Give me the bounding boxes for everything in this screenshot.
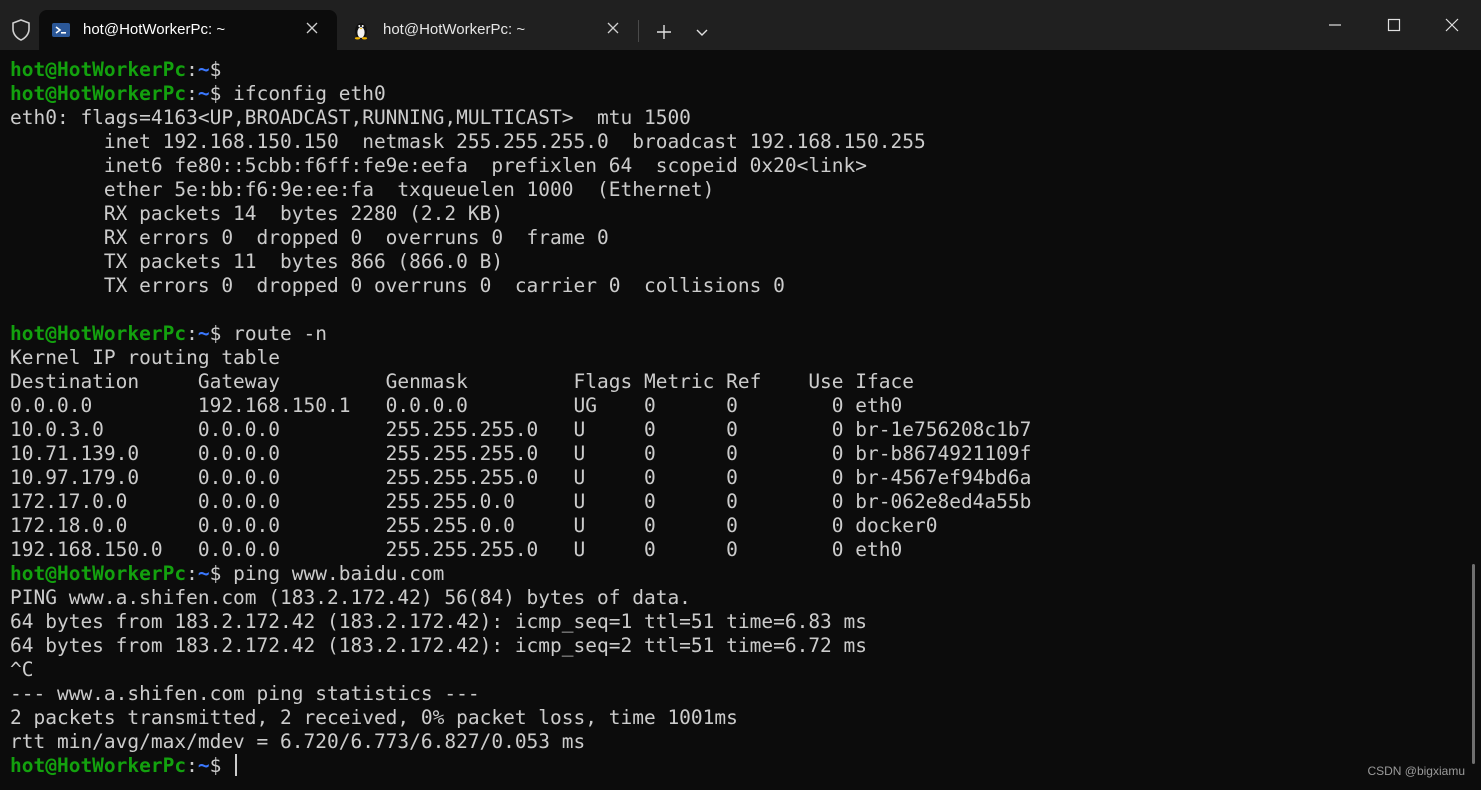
prompt-user: hot@HotWorkerPc — [10, 754, 187, 777]
output-line: 10.71.139.0 0.0.0.0 255.255.255.0 U 0 0 … — [10, 442, 1032, 465]
output-line: 172.17.0.0 0.0.0.0 255.255.0.0 U 0 0 0 b… — [10, 490, 1032, 513]
output-line: PING www.a.shifen.com (183.2.172.42) 56(… — [10, 586, 691, 609]
output-line: 172.18.0.0 0.0.0.0 255.255.0.0 U 0 0 0 d… — [10, 514, 938, 537]
output-line: eth0: flags=4163<UP,BROADCAST,RUNNING,MU… — [10, 106, 691, 129]
output-line: TX packets 11 bytes 866 (866.0 B) — [10, 250, 504, 273]
close-tab-icon[interactable] — [604, 19, 622, 37]
output-line: RX packets 14 bytes 2280 (2.2 KB) — [10, 202, 504, 225]
prompt-colon: : — [186, 754, 198, 777]
prompt-colon: : — [186, 322, 198, 345]
output-line: RX errors 0 dropped 0 overruns 0 frame 0 — [10, 226, 609, 249]
plus-icon[interactable] — [652, 20, 676, 44]
prompt-colon: : — [186, 562, 198, 585]
tab-linux[interactable]: hot@HotWorkerPc: ~ — [339, 10, 638, 50]
output-line: 10.0.3.0 0.0.0.0 255.255.255.0 U 0 0 0 b… — [10, 418, 1032, 441]
prompt-colon: : — [186, 82, 198, 105]
prompt-user: hot@HotWorkerPc — [10, 58, 187, 81]
close-icon[interactable] — [1432, 10, 1472, 40]
output-line: 64 bytes from 183.2.172.42 (183.2.172.42… — [10, 634, 868, 657]
command-text: ifconfig eth0 — [221, 82, 386, 105]
tab-powershell[interactable]: hot@HotWorkerPc: ~ — [39, 10, 337, 50]
shield-icon — [12, 19, 30, 41]
tab-label: hot@HotWorkerPc: ~ — [83, 21, 226, 38]
output-line: --- www.a.shifen.com ping statistics --- — [10, 682, 480, 705]
output-line: 64 bytes from 183.2.172.42 (183.2.172.42… — [10, 610, 868, 633]
output-line: 10.97.179.0 0.0.0.0 255.255.255.0 U 0 0 … — [10, 466, 1032, 489]
watermark: CSDN @bigxiamu — [1367, 764, 1465, 778]
close-tab-icon[interactable] — [303, 19, 321, 37]
linux-penguin-icon — [354, 23, 368, 40]
title-bar: hot@HotWorkerPc: ~ hot@HotWorkerPc: ~ — [0, 0, 1481, 50]
powershell-icon — [52, 23, 70, 37]
terminal-output[interactable]: hot@HotWorkerPc:~$ hot@HotWorkerPc:~$ ifc… — [10, 58, 1450, 778]
text-cursor — [235, 754, 238, 776]
prompt-path: ~ — [197, 82, 210, 105]
command-text: route -n — [221, 322, 328, 345]
minimize-icon[interactable] — [1315, 10, 1355, 40]
scrollbar[interactable] — [1472, 564, 1475, 764]
output-line: inet6 fe80::5cbb:f6ff:fe9e:eefa prefixle… — [10, 154, 868, 177]
prompt-path: ~ — [197, 754, 210, 777]
prompt-symbol: $ — [209, 322, 222, 345]
output-line: 0.0.0.0 192.168.150.1 0.0.0.0 UG 0 0 0 e… — [10, 394, 903, 417]
prompt-line: hot@HotWorkerPc:~$ route -n — [10, 322, 1450, 346]
prompt-line: hot@HotWorkerPc:~$ — [10, 754, 1450, 778]
tab-separator — [638, 20, 639, 42]
maximize-icon[interactable] — [1374, 10, 1414, 40]
prompt-symbol: $ — [209, 754, 222, 777]
prompt-colon: : — [186, 58, 198, 81]
prompt-path: ~ — [197, 58, 210, 81]
prompt-line: hot@HotWorkerPc:~$ ifconfig eth0 — [10, 82, 1450, 106]
output-line: 2 packets transmitted, 2 received, 0% pa… — [10, 706, 738, 729]
prompt-user: hot@HotWorkerPc — [10, 322, 187, 345]
output-line: inet 192.168.150.150 netmask 255.255.255… — [10, 130, 926, 153]
output-line: ether 5e:bb:f6:9e:ee:fa txqueuelen 1000 … — [10, 178, 715, 201]
output-line: Kernel IP routing table — [10, 346, 281, 369]
prompt-user: hot@HotWorkerPc — [10, 562, 187, 585]
tab-label: hot@HotWorkerPc: ~ — [383, 21, 526, 38]
prompt-user: hot@HotWorkerPc — [10, 82, 187, 105]
output-line: 192.168.150.0 0.0.0.0 255.255.255.0 U 0 … — [10, 538, 903, 561]
prompt-path: ~ — [197, 322, 210, 345]
output-line: ^C — [10, 658, 34, 681]
output-line: Destination Gateway Genmask Flags Metric… — [10, 370, 914, 393]
prompt-line: hot@HotWorkerPc:~$ — [10, 58, 1450, 82]
prompt-path: ~ — [197, 562, 210, 585]
prompt-line: hot@HotWorkerPc:~$ ping www.baidu.com — [10, 562, 1450, 586]
command-text: ping www.baidu.com — [221, 562, 445, 585]
output-line: rtt min/avg/max/mdev = 6.720/6.773/6.827… — [10, 730, 586, 753]
prompt-symbol: $ — [209, 58, 222, 81]
chevron-down-icon[interactable] — [692, 22, 712, 42]
prompt-symbol: $ — [209, 82, 222, 105]
prompt-symbol: $ — [209, 562, 222, 585]
output-line: TX errors 0 dropped 0 overruns 0 carrier… — [10, 274, 785, 297]
